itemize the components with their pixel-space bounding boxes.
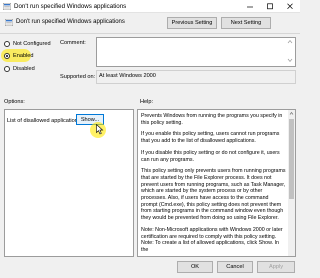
radio-button[interactable] — [4, 52, 10, 59]
policy-icon — [3, 3, 11, 10]
comment-field[interactable] — [96, 37, 296, 67]
help-paragraph: If you disable this policy setting or do… — [141, 149, 280, 163]
maximize-icon — [267, 3, 273, 10]
radio-label: Disabled — [13, 65, 35, 72]
radio-button[interactable] — [4, 40, 10, 47]
help-paragraph: If you enable this policy setting, users… — [141, 131, 280, 145]
close-button[interactable] — [280, 0, 300, 13]
apply-button[interactable]: Apply — [257, 261, 295, 273]
mouse-pointer-icon — [96, 124, 104, 135]
close-icon — [287, 3, 293, 10]
next-setting-button[interactable]: Next Setting — [221, 17, 271, 29]
options-label: Options: — [4, 99, 25, 105]
previous-setting-button[interactable]: Previous Setting — [167, 17, 217, 29]
options-panel — [4, 109, 134, 257]
minimize-button[interactable] — [240, 0, 260, 13]
help-label: Help: — [140, 99, 154, 105]
supported-on-value: At least Windows 2000 — [99, 73, 156, 79]
help-paragraph: Note: Non-Microsoft applications with Wi… — [141, 226, 283, 253]
ok-button[interactable]: OK — [177, 261, 213, 273]
help-paragraph: Prevents Windows from running the progra… — [141, 113, 283, 126]
divider — [0, 33, 300, 34]
scrollbar-thumb[interactable] — [289, 119, 294, 199]
radio-label: Not Configured — [13, 40, 51, 47]
minimize-icon — [247, 6, 253, 8]
supported-on-label: Supported on: — [60, 74, 96, 80]
radio-disabled[interactable]: Disabled — [4, 64, 35, 73]
help-text: Prevents Windows from running the progra… — [141, 113, 286, 256]
radio-label: Enabled — [13, 52, 34, 59]
disallowed-apps-label: List of disallowed applications — [7, 118, 81, 124]
scroll-up-icon[interactable] — [287, 39, 293, 44]
radio-button[interactable] — [4, 65, 10, 72]
maximize-button[interactable] — [260, 0, 280, 13]
radio-not-configured[interactable]: Not Configured — [4, 39, 51, 48]
radio-enabled[interactable]: Enabled — [4, 51, 34, 60]
comment-label: Comment: — [60, 40, 86, 46]
policy-icon — [5, 19, 13, 26]
help-panel: Prevents Windows from running the progra… — [137, 109, 296, 257]
policy-heading: Don't run specified Windows applications — [16, 19, 125, 25]
help-paragraph: This policy setting only prevents users … — [141, 168, 286, 222]
cancel-button[interactable]: Cancel — [217, 261, 253, 273]
scroll-up-icon[interactable] — [289, 111, 294, 116]
window-title: Don't run specified Windows applications — [14, 3, 127, 10]
scroll-down-icon[interactable] — [287, 58, 293, 63]
